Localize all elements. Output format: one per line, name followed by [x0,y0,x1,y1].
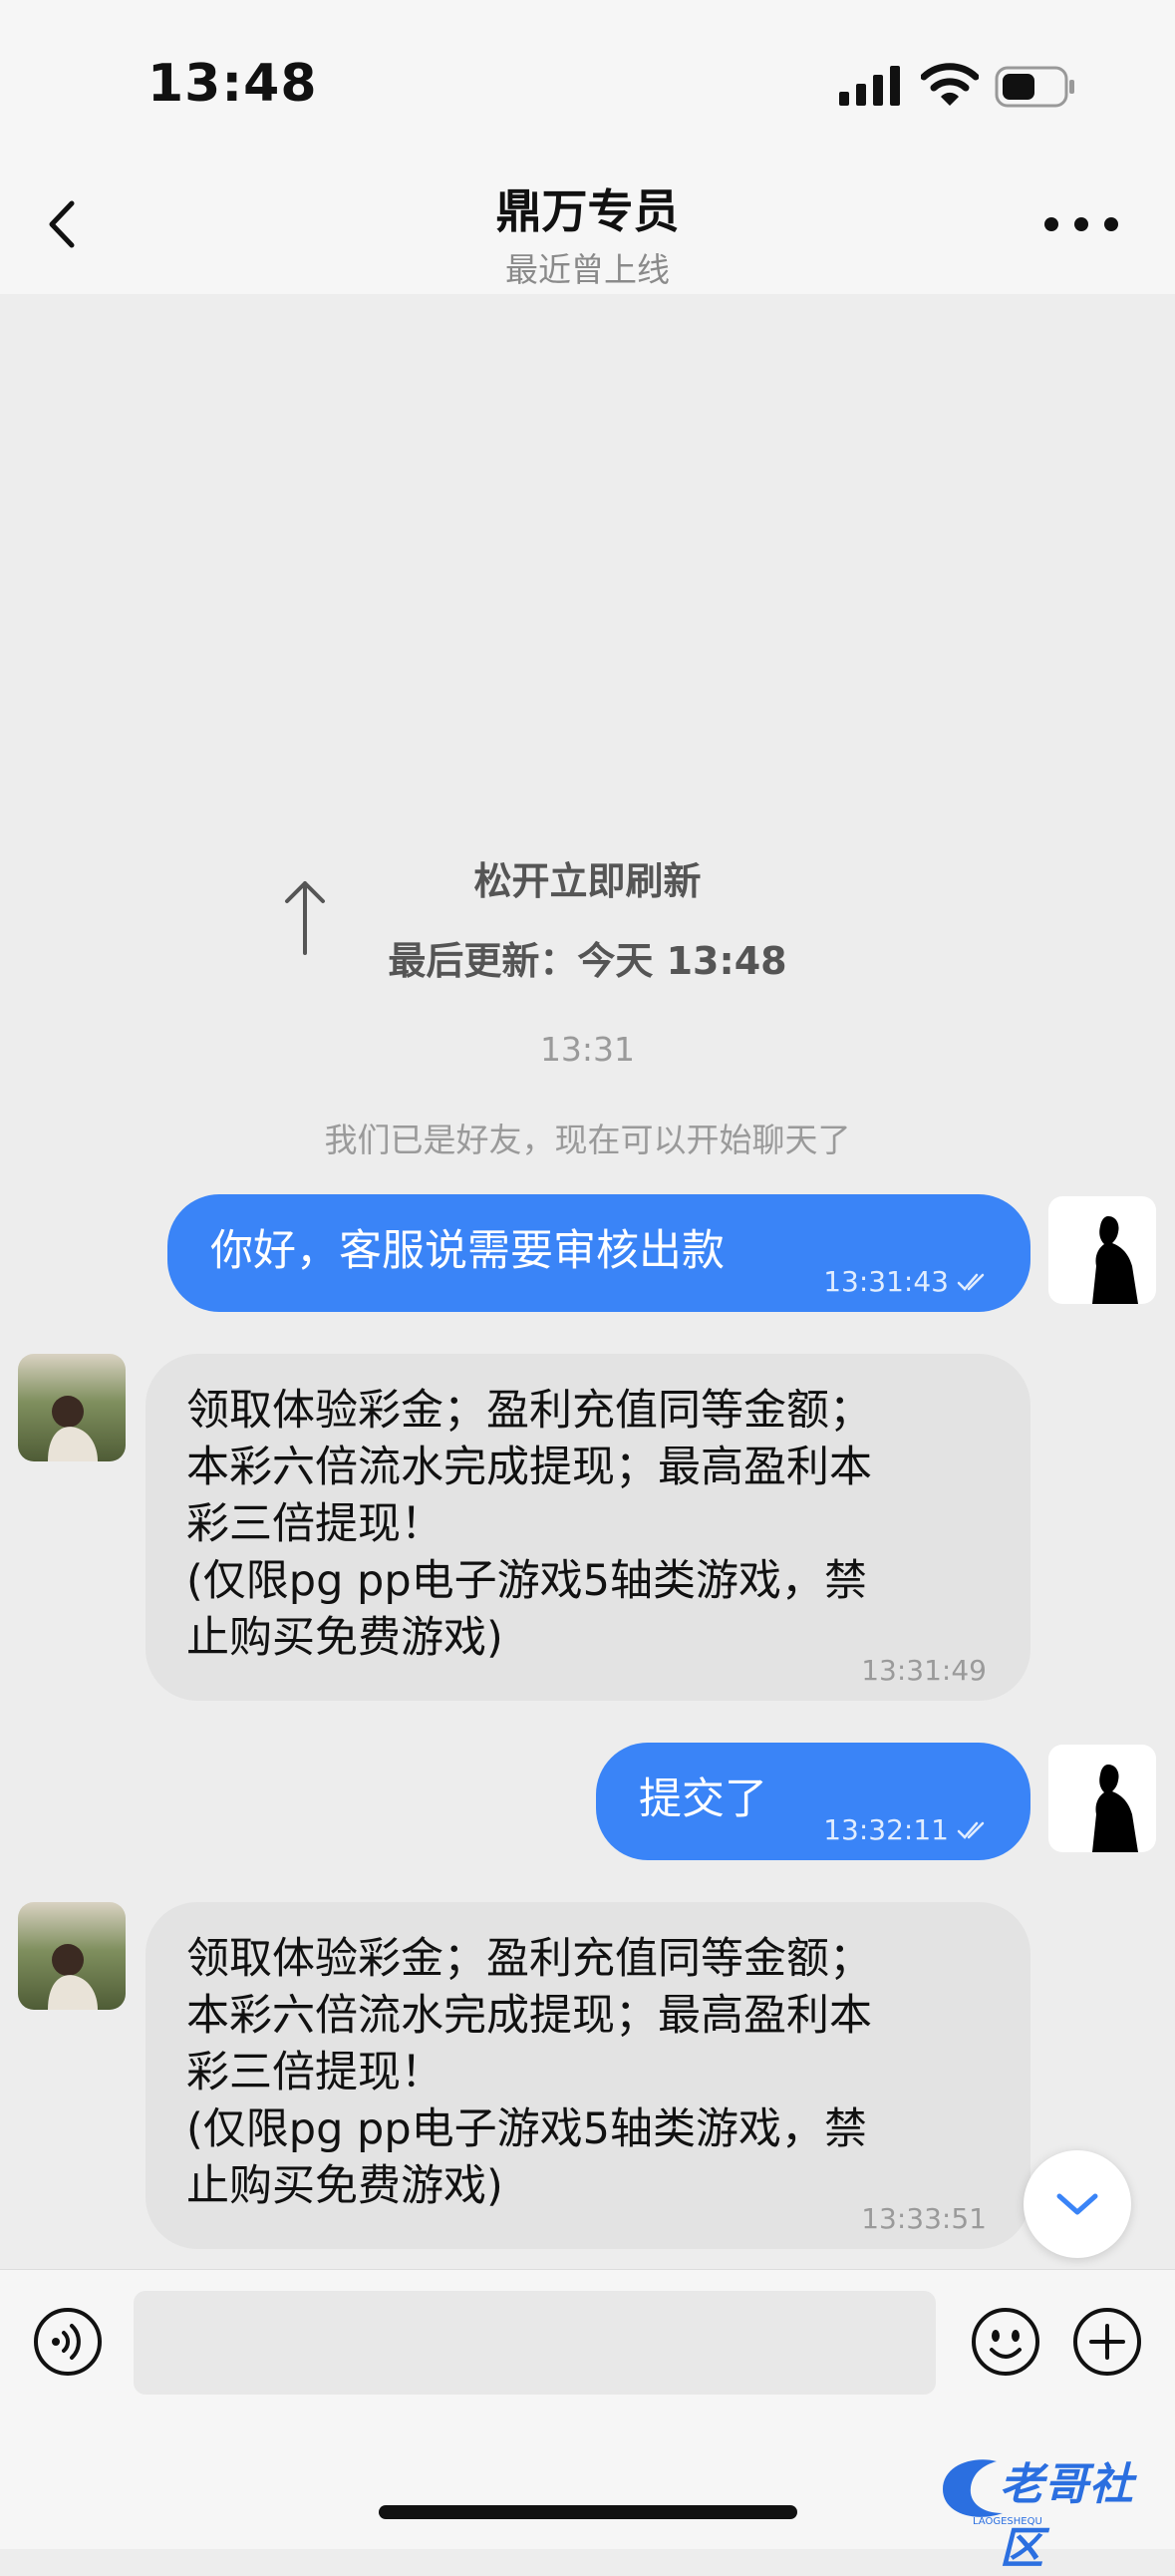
status-time: 13:48 [147,54,318,114]
home-indicator [379,2505,797,2519]
avatar-self[interactable] [1048,1196,1156,1304]
message-meta: 13:32:11 [823,1813,991,1846]
chat-title: 鼎万专员 [495,184,680,238]
read-checkmark-icon [957,1273,985,1291]
message-time: 13:31:43 [823,1265,949,1298]
contact-photo [18,1354,126,1461]
message-time: 13:33:51 [861,2202,987,2235]
message-time: 13:32:11 [823,1813,949,1846]
message-text: 领取体验彩金；盈利充值同等金额； 本彩六倍流水完成提现；最高盈利本 彩三倍提现！… [186,1386,872,1663]
watermark-text: 老哥社区 [1000,2459,1134,2574]
online-status: 最近曾上线 [505,250,670,289]
pull-refresh-hint: 松开立即刷新 [473,859,702,903]
more-options-button[interactable] [1036,199,1126,249]
contact-photo [18,1902,126,2010]
voice-input-button[interactable] [32,2306,104,2378]
message-bubble-incoming[interactable]: 领取体验彩金；盈利充值同等金额； 本彩六倍流水完成提现；最高盈利本 彩三倍提现！… [146,1354,1030,1701]
system-message: 我们已是好友，现在可以开始聊天了 [324,1121,851,1159]
chevron-down-icon [1056,2193,1098,2215]
avatar-self[interactable] [1048,1745,1156,1852]
cellular-signal-icon [839,66,900,106]
message-text: 领取体验彩金；盈利充值同等金额； 本彩六倍流水完成提现；最高盈利本 彩三倍提现！… [186,1934,872,2211]
message-bubble-outgoing[interactable]: 提交了 13:32:11 [596,1743,1030,1860]
message-bubble-incoming[interactable]: 领取体验彩金；盈利充值同等金额； 本彩六倍流水完成提现；最高盈利本 彩三倍提现！… [146,1902,1030,2249]
emoji-button[interactable] [970,2306,1041,2378]
message-meta: 13:31:43 [823,1265,991,1298]
wifi-icon [921,63,979,106]
add-attachment-button[interactable] [1071,2306,1143,2378]
avatar-contact[interactable] [18,1354,126,1461]
message-input[interactable] [134,2291,936,2395]
person-silhouette-icon [1092,1765,1138,1852]
person-silhouette-icon [1092,1216,1138,1304]
message-bubble-outgoing[interactable]: 你好，客服说需要审核出款 13:31:43 [167,1194,1030,1312]
read-checkmark-icon [957,1821,985,1839]
message-time: 13:31:49 [861,1654,987,1687]
avatar-contact[interactable] [18,1902,126,2010]
timestamp-divider: 13:31 [539,1030,636,1069]
battery-icon [995,66,1074,108]
message-text: 提交了 [639,1774,767,1824]
scroll-to-bottom-button[interactable] [1024,2150,1131,2258]
message-text: 你好，客服说需要审核出款 [210,1226,725,1276]
last-update-time: 最后更新：今天 13:48 [388,939,787,983]
